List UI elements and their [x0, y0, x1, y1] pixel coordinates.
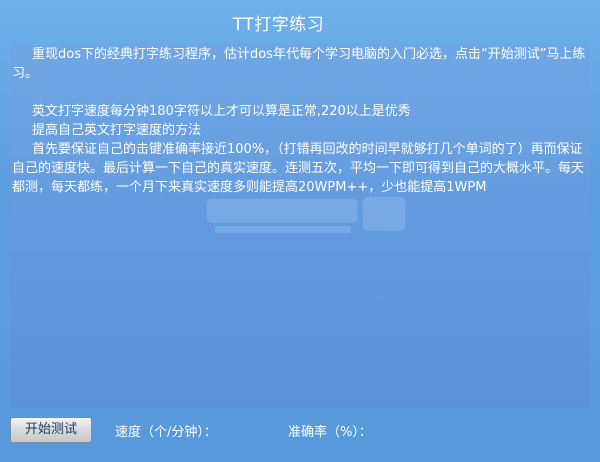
window-title: TT打字练习	[232, 15, 325, 35]
text-display-area: 重现dos下的经典打字练习程序，估计dos年代每个学习电脑的入门必选，点击“开始…	[10, 43, 590, 408]
start-test-button[interactable]: 开始测试	[10, 417, 92, 443]
speed-label: 速度（个/分钟）：	[115, 425, 217, 440]
intro-paragraph: 重现dos下的经典打字练习程序，估计dos年代每个学习电脑的入门必选，点击“开始…	[12, 47, 586, 81]
method-heading-paragraph: 提高自己英文打字速度的方法	[32, 123, 202, 138]
bottom-toolbar: 开始测试 速度（个/分钟）： 准确率（%）：	[0, 408, 600, 462]
site-watermark-logo	[207, 197, 405, 233]
accuracy-label: 准确率（%）：	[288, 425, 372, 440]
method-detail-paragraph: 首先要保证自己的击键准确率接近100%，（打错再回改的时间早就够打几个单词的了）…	[12, 142, 585, 195]
speed-standard-paragraph: 英文打字速度每分钟180字符以上才可以算是正常,220以上是优秀	[32, 104, 411, 119]
